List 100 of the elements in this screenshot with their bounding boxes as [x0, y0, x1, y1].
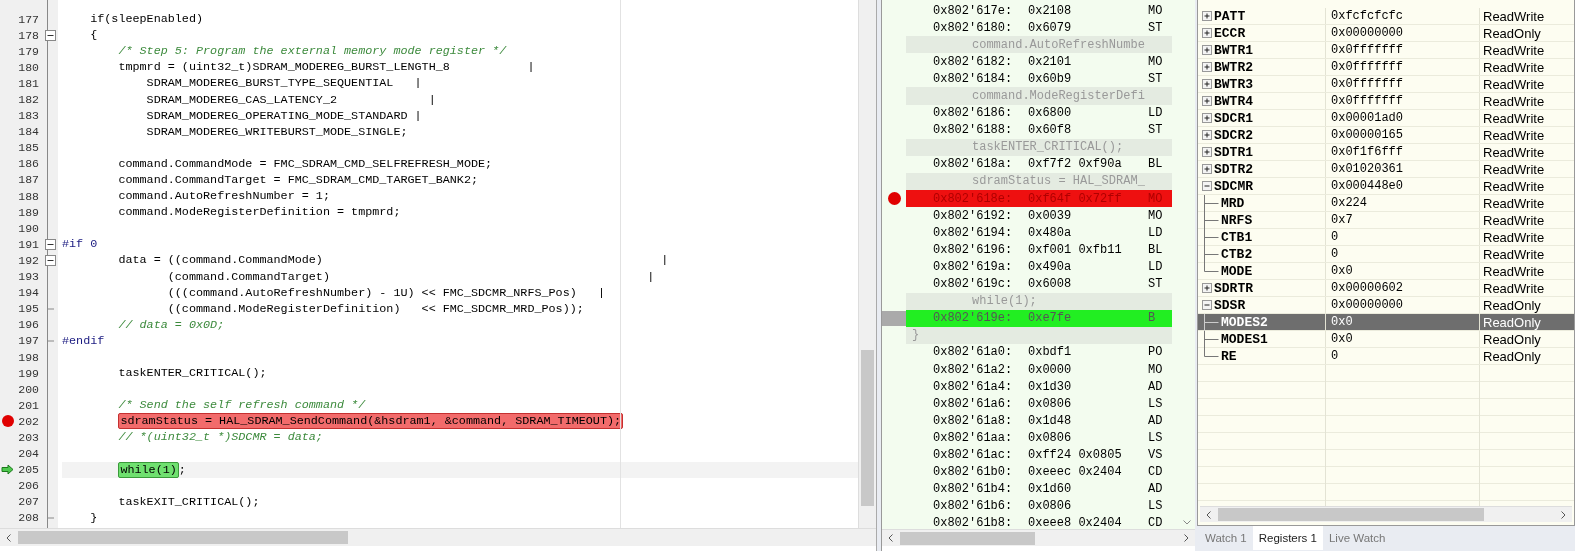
register-row[interactable]: BWTR1 0x0fffffff ReadWrite — [1198, 42, 1574, 59]
instruction-row[interactable]: 0x802'6180: 0x6079 ST — [906, 19, 1172, 37]
mnemonic-text: BL — [1148, 242, 1164, 257]
register-value: 0 — [1331, 247, 1339, 261]
register-row[interactable]: SDCMR 0x000448e0 ReadWrite — [1198, 178, 1574, 195]
register-row[interactable]: SDTR2 0x01020361 ReadWrite — [1198, 161, 1574, 178]
register-row[interactable]: ECCR 0x00000000 ReadOnly — [1198, 25, 1574, 42]
expand-icon[interactable] — [1202, 11, 1212, 21]
code-comment: // *(uint32_t *)SDCMR = data; — [117, 430, 323, 445]
expand-icon[interactable] — [1202, 79, 1212, 89]
instruction-row[interactable]: 0x802'61a8: 0x1d48 AD — [906, 412, 1172, 430]
instruction-row[interactable]: 0x802'61aa: 0x0806 LS — [906, 429, 1172, 447]
scroll-right-icon[interactable] — [1184, 534, 1189, 542]
instruction-row[interactable]: 0x802'61b0: 0xeeec 0x2404 CD — [906, 463, 1172, 481]
breakpoint-icon[interactable] — [887, 192, 901, 206]
instruction-row[interactable]: 0x802'619c: 0x6008 ST — [906, 275, 1172, 293]
instruction-row[interactable]: 0x802'61b4: 0x1d60 AD — [906, 480, 1172, 498]
instruction-row[interactable]: 0x802'6196: 0xf001 0xfb11 BL — [906, 241, 1172, 259]
expand-icon[interactable] — [1202, 28, 1212, 38]
register-name: MODES2 — [1221, 314, 1268, 330]
register-row[interactable]: PATT 0xfcfcfcfc ReadWrite — [1198, 8, 1574, 25]
register-row[interactable]: BWTR3 0x0fffffff ReadWrite — [1198, 76, 1574, 93]
register-row[interactable]: CTB1 0 ReadWrite — [1198, 229, 1574, 246]
line-number: 203 — [17, 431, 39, 444]
instruction-row[interactable]: 0x802'61a4: 0x1d30 AD — [906, 378, 1172, 396]
mnemonic-text: MO — [1148, 191, 1164, 206]
instruction-row[interactable]: 0x802'61ac: 0xff24 0x0805 VS — [906, 446, 1172, 464]
register-value: 0x7 — [1331, 213, 1353, 227]
register-row[interactable]: SDRTR 0x00000602 ReadWrite — [1198, 280, 1574, 297]
register-row[interactable]: MODES2 0x0 ReadOnly — [1198, 314, 1574, 331]
line-number: 207 — [17, 495, 39, 509]
instruction-row[interactable]: 0x802'6194: 0x480a LD — [906, 224, 1172, 242]
register-access: ReadWrite — [1483, 93, 1545, 109]
address-text: 0x802'61a2: — [933, 362, 1014, 377]
collapse-icon[interactable] — [45, 238, 56, 250]
mnemonic-text: ST — [1148, 123, 1164, 138]
register-row[interactable]: NRFS 0x7 ReadWrite — [1198, 212, 1574, 229]
instruction-row[interactable]: 0x802'61a6: 0x0806 LS — [906, 395, 1172, 413]
register-row[interactable]: SDCR1 0x00001ad0 ReadWrite — [1198, 110, 1574, 127]
instruction-row[interactable]: 0x802'61a2: 0x0000 MO — [906, 360, 1172, 379]
breakpoint-icon[interactable] — [1, 415, 14, 428]
scroll-right-icon[interactable] — [1561, 510, 1566, 519]
code-text: SDRAM_MODEREG_CAS_LATENCY_2 | — [145, 92, 436, 107]
register-row[interactable]: BWTR2 0x0fffffff ReadWrite — [1198, 59, 1574, 76]
opcode-text: 0x490a — [1028, 259, 1073, 274]
instruction-row[interactable]: 0x802'619a: 0x490a LD — [906, 258, 1172, 276]
tab[interactable]: Registers 1 — [1252, 526, 1323, 550]
register-row[interactable]: MODE 0x0 ReadWrite — [1198, 263, 1574, 280]
scrollbar[interactable] — [858, 0, 876, 528]
register-row[interactable]: SDCR2 0x00000165 ReadWrite — [1198, 127, 1574, 144]
line-number: 193 — [17, 270, 39, 284]
instruction-row[interactable]: 0x802'61b6: 0x0806 LS — [906, 497, 1172, 515]
address-text: 0x802'6184: — [933, 71, 1014, 86]
expand-icon[interactable] — [1202, 62, 1212, 72]
register-row[interactable]: RE 0 ReadOnly — [1198, 348, 1574, 365]
register-row[interactable]: SDTR1 0x0f1f6fff ReadWrite — [1198, 144, 1574, 161]
register-name: RE — [1221, 348, 1237, 364]
instruction-row[interactable]: 0x802'6182: 0x2101 MO — [906, 53, 1172, 71]
scrollbar-thumb[interactable] — [861, 350, 874, 506]
expand-icon[interactable] — [1202, 96, 1212, 106]
instruction-row[interactable]: 0x802'617e: 0x2108 MO — [906, 2, 1172, 20]
instruction-row[interactable]: 0x802'6192: 0x0039 MO — [906, 207, 1172, 225]
register-name: BWTR2 — [1214, 59, 1253, 75]
scrollbar-thumb[interactable] — [18, 531, 348, 544]
instruction-row[interactable]: 0x802'61b8: 0xeee8 0x2404 CD — [906, 514, 1172, 529]
scroll-left-icon[interactable] — [6, 533, 11, 542]
expand-icon[interactable] — [1202, 45, 1212, 55]
instruction-row[interactable]: 0x802'6188: 0x60f8 ST — [906, 121, 1172, 139]
instruction-row[interactable]: 0x802'61a0: 0xbdf1 PO — [906, 343, 1172, 361]
register-row[interactable]: BWTR4 0x0fffffff ReadWrite — [1198, 93, 1574, 110]
scrollbar-thumb[interactable] — [900, 531, 1035, 545]
register-row[interactable]: MRD 0x224 ReadWrite — [1198, 195, 1574, 212]
register-access: ReadWrite — [1483, 144, 1545, 160]
address-text: 0x802'618e: — [933, 191, 1014, 206]
address-text: 0x802'61ac: — [933, 448, 1014, 462]
collapse-icon[interactable] — [45, 254, 56, 266]
instruction-row[interactable]: 0x802'6186: 0x6800 LD — [906, 104, 1172, 122]
address-text: 0x802'618a: — [933, 157, 1014, 172]
expand-icon[interactable] — [1202, 164, 1212, 174]
instruction-row[interactable]: 0x802'6184: 0x60b9 ST — [906, 70, 1172, 88]
expand-icon[interactable] — [1202, 147, 1212, 157]
register-access: ReadWrite — [1483, 246, 1545, 262]
expand-icon[interactable] — [1202, 283, 1212, 293]
instruction-row[interactable]: 0x802'618a: 0xf7f2 0xf90a BL — [906, 155, 1172, 173]
scroll-left-icon[interactable] — [888, 534, 893, 542]
expand-icon[interactable] — [1202, 113, 1212, 123]
scrollbar[interactable] — [882, 529, 1195, 546]
scrollbar[interactable] — [0, 528, 876, 546]
opcode-text: 0x6008 — [1028, 277, 1073, 292]
scroll-left-icon[interactable] — [1206, 510, 1211, 519]
scrollbar-thumb[interactable] — [1218, 508, 1484, 521]
collapse-icon[interactable] — [45, 29, 56, 41]
scroll-down-icon[interactable] — [1183, 520, 1191, 525]
register-row[interactable]: CTB2 0 ReadWrite — [1198, 246, 1574, 263]
register-row[interactable]: MODES1 0x0 ReadOnly — [1198, 331, 1574, 348]
scrollbar[interactable] — [1200, 506, 1572, 522]
code-text: taskEXIT_CRITICAL(); — [117, 494, 260, 509]
opcode-text: 0x0806 — [1028, 396, 1073, 411]
code-comment: /* Step 5: Program the external memory mode register */ — [117, 44, 507, 59]
expand-icon[interactable] — [1202, 130, 1212, 140]
